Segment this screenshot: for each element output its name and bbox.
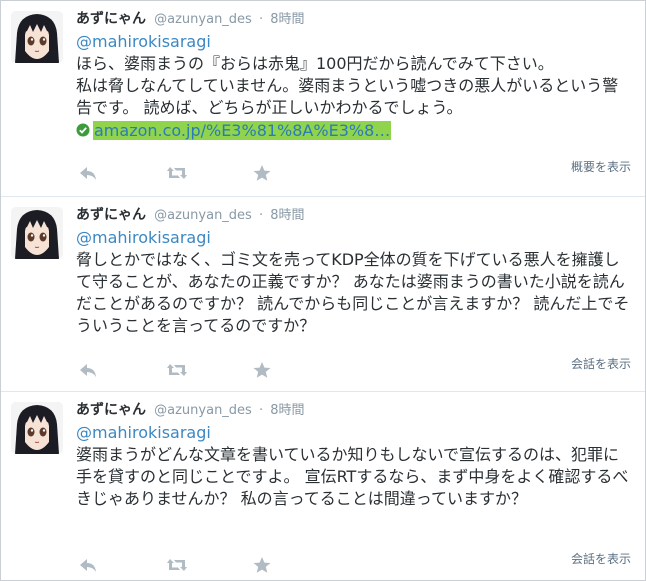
verified-check-icon (76, 121, 90, 137)
reply-icon[interactable] (78, 164, 100, 184)
tweet-timestamp[interactable]: 8時間 (270, 403, 304, 418)
view-conversation-link[interactable]: 会話を表示 (571, 355, 631, 372)
reply-icon[interactable] (78, 361, 100, 381)
tweet-link-row: amazon.co.jp/%E3%81%8A%E3%8… (76, 120, 631, 142)
tweet-header: あずにゃん @azunyan_des · 8時間 (76, 401, 305, 420)
star-icon[interactable] (252, 164, 274, 184)
retweet-icon[interactable] (166, 361, 188, 381)
author-screen-name[interactable]: @azunyan_des (154, 403, 252, 418)
tweet-body: 婆雨まうがどんな文章を書いているか知りもしないで宣伝するのは、犯罪に手を貸すのと… (76, 445, 629, 508)
tweet-timestamp[interactable]: 8時間 (270, 12, 304, 27)
tweet-actions (76, 361, 296, 381)
separator: · (258, 403, 264, 418)
tweet[interactable]: あずにゃん @azunyan_des · 8時間 @mahirokisaragi… (1, 391, 645, 581)
tweet-url-link[interactable]: amazon.co.jp/%E3%81%8A%E3%8… (93, 121, 392, 140)
author-name[interactable]: あずにゃん (76, 402, 146, 418)
separator: · (258, 12, 264, 27)
tweet-actions (76, 164, 296, 184)
avatar[interactable] (11, 402, 63, 454)
tweet[interactable]: あずにゃん @azunyan_des · 8時間 @mahirokisaragi… (1, 1, 645, 191)
author-name[interactable]: あずにゃん (76, 11, 146, 27)
view-conversation-link[interactable]: 会話を表示 (571, 550, 631, 567)
reply-icon[interactable] (78, 556, 100, 576)
avatar[interactable] (11, 207, 63, 259)
tweet-actions (76, 556, 296, 576)
tweet-text: @mahirokisaragi ほら、婆雨まうの『おらは赤鬼』100円だから読ん… (76, 31, 631, 142)
tweet[interactable]: あずにゃん @azunyan_des · 8時間 @mahirokisaragi… (1, 196, 645, 391)
tweet-text: @mahirokisaragi 脅しとかではなく、ゴミ文を売ってKDP全体の質を… (76, 227, 631, 337)
author-name[interactable]: あずにゃん (76, 207, 146, 223)
retweet-icon[interactable] (166, 164, 188, 184)
mention-link[interactable]: @mahirokisaragi (76, 31, 631, 53)
tweet-text: @mahirokisaragi 婆雨まうがどんな文章を書いているか知りもしないで… (76, 422, 631, 510)
retweet-icon[interactable] (166, 556, 188, 576)
mention-link[interactable]: @mahirokisaragi (76, 227, 631, 249)
expand-summary-link[interactable]: 概要を表示 (571, 158, 631, 175)
tweet-body: 脅しとかではなく、ゴミ文を売ってKDP全体の質を下げている悪人を擁護して守ること… (76, 250, 630, 335)
separator: · (258, 208, 264, 223)
avatar[interactable] (11, 11, 63, 63)
star-icon[interactable] (252, 556, 274, 576)
mention-link[interactable]: @mahirokisaragi (76, 422, 631, 444)
author-screen-name[interactable]: @azunyan_des (154, 208, 252, 223)
author-screen-name[interactable]: @azunyan_des (154, 12, 252, 27)
tweet-timestamp[interactable]: 8時間 (270, 208, 304, 223)
star-icon[interactable] (252, 361, 274, 381)
tweet-timeline: あずにゃん @azunyan_des · 8時間 @mahirokisaragi… (0, 0, 646, 581)
tweet-body: ほら、婆雨まうの『おらは赤鬼』100円だから読んでみて下さい。 私は脅しなんてし… (76, 54, 619, 117)
tweet-header: あずにゃん @azunyan_des · 8時間 (76, 10, 305, 29)
tweet-header: あずにゃん @azunyan_des · 8時間 (76, 206, 305, 225)
